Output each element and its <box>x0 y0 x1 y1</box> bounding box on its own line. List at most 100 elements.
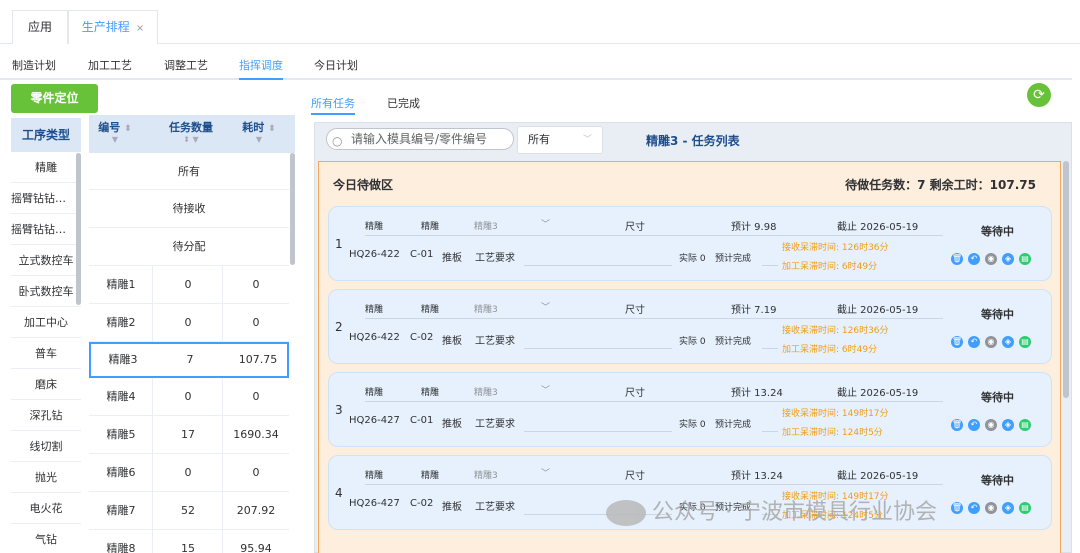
table-row-all[interactable]: 所有 <box>89 153 289 190</box>
sort-icon[interactable]: ⬍ <box>268 124 276 134</box>
col-time-label: 耗时 <box>242 121 265 134</box>
process-type-item[interactable]: 摇臂钻钻… <box>11 183 81 214</box>
reset-icon[interactable]: ◉ <box>985 336 997 348</box>
process-type-item[interactable]: 卧式数控车 <box>11 276 81 307</box>
reset-icon[interactable]: ◉ <box>985 253 997 265</box>
cell-count: 7 <box>186 353 194 366</box>
right-tab-underline <box>311 113 355 115</box>
process-type-item[interactable]: 精雕 <box>11 152 81 183</box>
done-icon[interactable]: ▤ <box>1019 253 1031 265</box>
process-type-item[interactable]: 磨床 <box>11 369 81 400</box>
process-type-item[interactable]: 线切割 <box>11 431 81 462</box>
finish-input[interactable] <box>762 431 778 432</box>
col-time[interactable]: 耗时 ⬍ ▼ <box>229 119 289 145</box>
subnav-dispatch[interactable]: 指挥调度 <box>239 57 283 73</box>
cell-code: 精雕6 <box>106 466 136 479</box>
undo-icon[interactable]: ↶ <box>968 253 980 265</box>
requirement-input[interactable] <box>524 265 672 266</box>
box-icon[interactable]: ◈ <box>1002 502 1014 514</box>
chevron-down-icon[interactable]: ﹀ <box>541 466 550 479</box>
subnav-process[interactable]: 加工工艺 <box>88 57 132 73</box>
task-card[interactable]: 3 精雕 精雕 精雕3 ﹀ 尺寸 预计 13.24 截止 2026-05-19 等待中 HQ26-… <box>328 372 1052 447</box>
reset-icon[interactable]: ◉ <box>985 419 997 431</box>
table-row-selected[interactable]: 精雕3 7 107.75 <box>89 342 289 378</box>
table-row[interactable]: 精雕4 0 0 <box>89 378 289 416</box>
chevron-down-icon[interactable]: ﹀ <box>541 217 550 230</box>
card-index: 1 <box>335 237 343 251</box>
box-icon[interactable]: ◈ <box>1002 253 1014 265</box>
requirement-input[interactable] <box>524 431 672 432</box>
undo-icon[interactable]: ↶ <box>968 419 980 431</box>
delete-icon[interactable]: 🗑 <box>951 419 963 431</box>
chevron-down-icon[interactable]: ﹀ <box>541 300 550 313</box>
done-icon[interactable]: ▤ <box>1019 419 1031 431</box>
subnav-today-plan[interactable]: 今日计划 <box>314 57 358 73</box>
task-card[interactable]: 2 精雕 精雕 精雕3 ﹀ 尺寸 预计 7.19 截止 2026-05-19 等待中 HQ26-4… <box>328 289 1052 364</box>
filter-icon[interactable]: ▼ <box>89 135 141 145</box>
process-type-scrollbar[interactable] <box>76 153 81 305</box>
col-count[interactable]: 任务数量 ⬍ ▼ <box>161 119 221 145</box>
subnav-adjust-process[interactable]: 调整工艺 <box>164 57 208 73</box>
table-row[interactable]: 精雕1 0 0 <box>89 266 289 304</box>
card-check: 尺寸 <box>625 388 645 399</box>
process-type-item[interactable]: 电火花 <box>11 493 81 524</box>
process-type-item[interactable]: 加工中心 <box>11 307 81 338</box>
refresh-icon[interactable]: ⟳ <box>1027 83 1051 107</box>
tab-app[interactable]: 应用 <box>12 10 68 44</box>
tab-all-tasks[interactable]: 所有任务 <box>311 95 355 111</box>
card-due: 截止 2026-05-19 <box>837 305 919 316</box>
task-list-title: 精雕3 - 任务列表 <box>646 134 740 148</box>
tab-production-schedule[interactable]: 生产排程 × <box>68 10 158 44</box>
todo-stats: 待做任务数：7 剩余工时：107.75 <box>845 178 1036 192</box>
process-type-item[interactable]: 立式数控车 <box>11 245 81 276</box>
process-type-item[interactable]: 气钻 <box>11 524 81 553</box>
cell-count: 0 <box>184 316 192 329</box>
delete-icon[interactable]: 🗑 <box>951 502 963 514</box>
undo-icon[interactable]: ↶ <box>968 336 980 348</box>
box-icon[interactable]: ◈ <box>1002 336 1014 348</box>
sort-filter-icon[interactable]: ⬍ ▼ <box>161 135 221 145</box>
chevron-down-icon[interactable]: ﹀ <box>541 383 550 396</box>
task-card[interactable]: 1 精雕 精雕 精雕3 ﹀ 尺寸 预计 9.98 截止 2026-05-19 等待中 HQ26-4… <box>328 206 1052 281</box>
cell-time: 1690.34 <box>233 428 279 441</box>
card-plan-finish: 预计完成 <box>715 420 752 430</box>
search-input[interactable]: ○ 请输入模具编号/零件编号 <box>326 128 514 150</box>
requirement-input[interactable] <box>524 348 672 349</box>
card-part-name: 推板 <box>442 253 462 264</box>
status-filter-select[interactable]: 所有 ﹀ <box>517 126 603 154</box>
task-list-scrollbar[interactable] <box>1063 161 1069 398</box>
tab-completed[interactable]: 已完成 <box>387 95 420 111</box>
process-type-item[interactable]: 摇臂钻钻… <box>11 214 81 245</box>
locate-part-button[interactable]: 零件定位 <box>11 84 98 113</box>
process-type-item[interactable]: 深孔钻 <box>11 400 81 431</box>
undo-icon[interactable]: ↶ <box>968 502 980 514</box>
table-row[interactable]: 精雕2 0 0 <box>89 304 289 342</box>
table-row-pending-receive[interactable]: 待接收 <box>89 190 289 228</box>
delete-icon[interactable]: 🗑 <box>951 253 963 265</box>
page-tab-bar: 应用 生产排程 × <box>0 0 1080 44</box>
table-row[interactable]: 精雕5 17 1690.34 <box>89 416 289 454</box>
sort-icon[interactable]: ⬍ <box>124 124 132 134</box>
subnav-manufacturing-plan[interactable]: 制造计划 <box>12 57 56 73</box>
finish-input[interactable] <box>762 265 778 266</box>
card-receive-delay: 接收呆滞时间: 149时17分 <box>782 409 889 419</box>
done-icon[interactable]: ▤ <box>1019 336 1031 348</box>
card-process: 精雕 <box>365 388 384 398</box>
box-icon[interactable]: ◈ <box>1002 419 1014 431</box>
finish-input[interactable] <box>762 348 778 349</box>
table-row[interactable]: 精雕6 0 0 <box>89 454 289 492</box>
table-row[interactable]: 精雕7 52 207.92 <box>89 492 289 530</box>
process-type-header: 工序类型 <box>11 118 81 152</box>
done-icon[interactable]: ▤ <box>1019 502 1031 514</box>
col-code[interactable]: 编号 ⬍ ▼ <box>89 119 141 145</box>
reset-icon[interactable]: ◉ <box>985 502 997 514</box>
table-row[interactable]: 精雕8 15 95.94 <box>89 530 289 553</box>
task-table-scrollbar[interactable] <box>290 153 295 265</box>
process-type-item[interactable]: 抛光 <box>11 462 81 493</box>
close-icon[interactable]: × <box>136 23 144 34</box>
filter-icon[interactable]: ▼ <box>229 135 289 145</box>
card-mold-code: HQ26-422 <box>349 249 400 260</box>
delete-icon[interactable]: 🗑 <box>951 336 963 348</box>
table-row-pending-assign[interactable]: 待分配 <box>89 228 289 266</box>
process-type-item[interactable]: 普车 <box>11 338 81 369</box>
